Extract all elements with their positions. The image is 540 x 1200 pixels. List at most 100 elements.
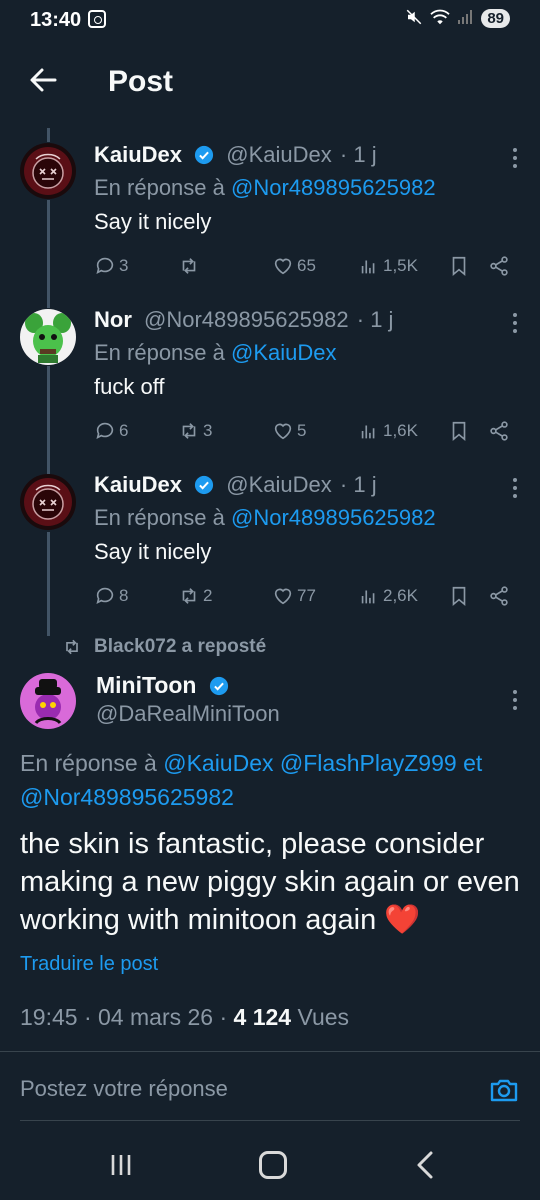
mention-link[interactable]: @KaiuDex xyxy=(163,750,273,776)
avatar[interactable] xyxy=(20,143,76,199)
bookmark-button[interactable] xyxy=(448,255,470,277)
heart-emoji: ❤️ xyxy=(384,904,421,936)
like-button[interactable]: 5 xyxy=(272,420,306,442)
reply-composer[interactable]: Postez votre réponse xyxy=(0,1052,540,1128)
post-header: Nor @Nor489895625982 · 1 j xyxy=(94,305,520,335)
views-button[interactable]: 2,6K xyxy=(358,585,418,607)
signal-icon xyxy=(457,9,475,28)
user-handle[interactable]: @Nor489895625982 xyxy=(144,307,349,332)
repost-icon xyxy=(182,258,196,274)
views-count: 2,6K xyxy=(383,586,418,605)
reply-prefix: En réponse à xyxy=(94,175,225,200)
display-name[interactable]: KaiuDex xyxy=(94,142,182,167)
repost-icon xyxy=(182,423,196,439)
main-post: MiniToon @DaRealMiniToon xyxy=(0,668,540,738)
page-title: Post xyxy=(108,65,174,98)
views-count: 1,5K xyxy=(383,256,418,275)
thread-post[interactable]: Nor @Nor489895625982 · 1 j En réponse à … xyxy=(0,305,540,455)
thread-post[interactable]: KaiuDex @KaiuDex · 1 j En réponse à @Nor… xyxy=(0,470,540,620)
avatar[interactable] xyxy=(20,673,76,729)
reply-count: 6 xyxy=(119,421,129,440)
repost-banner-text: Black072 a reposté xyxy=(94,636,267,657)
share-button[interactable] xyxy=(488,585,510,607)
reply-context: En réponse à @Nor489895625982 xyxy=(94,172,520,204)
repost-count: 2 xyxy=(203,586,213,605)
reply-count: 3 xyxy=(119,256,129,275)
battery-indicator: 89 xyxy=(481,9,510,28)
bookmark-icon xyxy=(452,421,466,442)
main-author: MiniToon xyxy=(96,672,520,699)
mention-link[interactable]: @Nor489895625982 xyxy=(20,784,234,810)
home-button-icon[interactable] xyxy=(259,1151,287,1179)
views-count: 1,6K xyxy=(383,421,418,440)
display-name[interactable]: MiniToon xyxy=(96,672,196,698)
header: Post xyxy=(0,48,540,118)
verified-badge-icon xyxy=(195,145,214,165)
like-button[interactable]: 65 xyxy=(272,255,316,277)
mention-link[interactable]: @Nor489895625982 xyxy=(231,505,436,530)
views-button[interactable]: 1,5K xyxy=(358,255,418,277)
bookmark-button[interactable] xyxy=(448,420,470,442)
reply-button[interactable]: 8 xyxy=(94,585,128,607)
post-time: · 1 j xyxy=(339,472,377,497)
mention-link[interactable]: @KaiuDex xyxy=(231,340,337,365)
like-count: 65 xyxy=(297,256,316,275)
status-time: 13:40 xyxy=(30,9,82,31)
heart-icon xyxy=(274,423,292,440)
reply-button[interactable]: 3 xyxy=(94,255,128,277)
repost-button[interactable]: 2 xyxy=(178,585,212,607)
status-bar: 13:40 89 xyxy=(0,0,540,40)
back-arrow-icon[interactable] xyxy=(28,65,58,95)
mention-link[interactable]: @Nor489895625982 xyxy=(231,175,436,200)
heart-icon xyxy=(274,588,292,605)
wifi-icon xyxy=(429,8,451,29)
like-button[interactable]: 77 xyxy=(272,585,316,607)
repost-banner[interactable]: Black072 a reposté xyxy=(62,636,266,658)
reply-joiner: et xyxy=(463,750,483,776)
reply-icon xyxy=(96,587,114,604)
post-actions: 8 2 77 2,6K xyxy=(94,585,520,611)
post-text: Say it nicely xyxy=(94,539,212,564)
display-name[interactable]: Nor xyxy=(94,307,132,332)
more-options-icon[interactable] xyxy=(512,690,518,712)
user-handle[interactable]: @KaiuDex xyxy=(226,142,332,167)
reply-button[interactable]: 6 xyxy=(94,420,128,442)
screen-capture-icon xyxy=(88,10,106,28)
bookmark-button[interactable] xyxy=(448,585,470,607)
post-time: 19:45 xyxy=(20,1004,78,1030)
avatar[interactable] xyxy=(20,309,76,365)
system-nav-bar xyxy=(0,1130,540,1200)
views-label: Vues xyxy=(297,1004,350,1030)
post-time: · 1 j xyxy=(356,307,394,332)
reply-context: En réponse à @KaiuDex xyxy=(94,337,520,369)
more-options-icon[interactable] xyxy=(512,478,518,500)
camera-icon[interactable] xyxy=(488,1074,520,1106)
views-button[interactable]: 1,6K xyxy=(358,420,418,442)
like-count: 5 xyxy=(297,421,307,440)
bookmark-icon xyxy=(452,586,466,607)
mention-link[interactable]: @FlashPlayZ999 xyxy=(280,750,457,776)
post-text: the skin is fantastic, please consider m… xyxy=(20,828,520,936)
views-count: 4 124 xyxy=(233,1004,292,1030)
reply-prefix: En réponse à xyxy=(94,340,225,365)
repost-button[interactable]: 3 xyxy=(178,420,212,442)
post-text: Say it nicely xyxy=(94,209,212,234)
share-button[interactable] xyxy=(488,255,510,277)
post-header: KaiuDex @KaiuDex · 1 j xyxy=(94,140,520,170)
recent-apps-icon[interactable] xyxy=(108,1152,134,1178)
heart-icon xyxy=(274,258,292,275)
more-options-icon[interactable] xyxy=(512,148,518,170)
more-options-icon[interactable] xyxy=(512,313,518,335)
repost-button[interactable] xyxy=(178,255,203,277)
display-name[interactable]: KaiuDex xyxy=(94,472,182,497)
avatar[interactable] xyxy=(20,474,76,530)
share-button[interactable] xyxy=(488,420,510,442)
reply-icon xyxy=(96,257,114,274)
back-nav-icon[interactable] xyxy=(414,1150,436,1180)
reply-input[interactable]: Postez votre réponse xyxy=(20,1076,228,1102)
user-handle[interactable]: @KaiuDex xyxy=(226,472,332,497)
user-handle[interactable]: @DaRealMiniToon xyxy=(96,701,520,727)
thread-post[interactable]: KaiuDex @KaiuDex · 1 j En réponse à @Nor… xyxy=(0,140,540,290)
post-date: 04 mars 26 xyxy=(98,1004,214,1030)
translate-link[interactable]: Traduire le post xyxy=(20,953,158,976)
